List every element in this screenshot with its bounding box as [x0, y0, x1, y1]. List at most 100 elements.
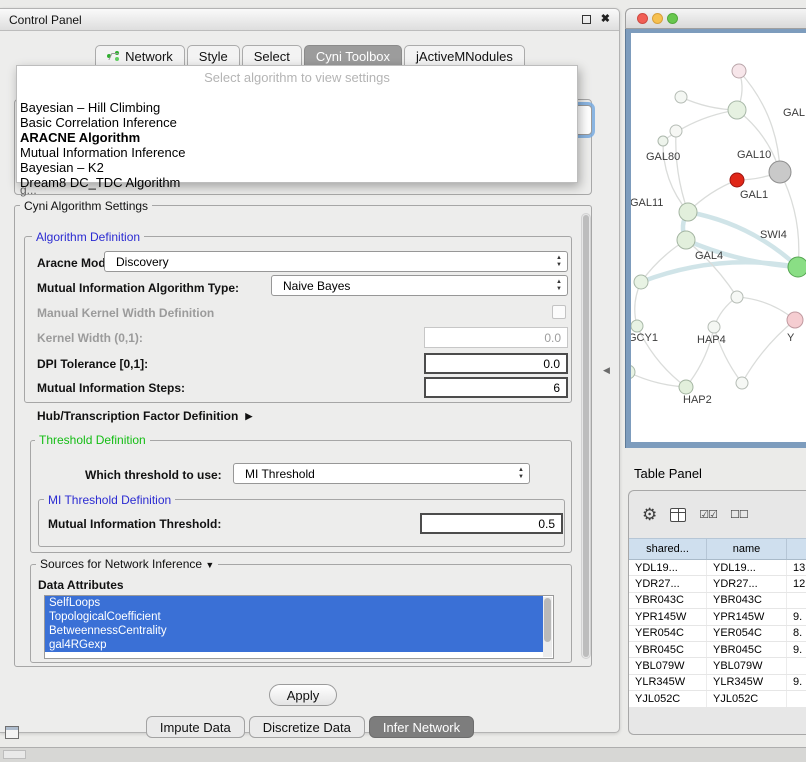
network-node[interactable] [634, 275, 648, 289]
settings-scrollbar-thumb[interactable] [583, 215, 589, 657]
table-row[interactable]: YJL052CYJL052C [629, 691, 806, 707]
tab-cyni-toolbox[interactable]: Cyni Toolbox [304, 45, 402, 67]
table-cell[interactable]: YBR043C [629, 593, 707, 608]
table-cell[interactable]: YBL079W [629, 658, 707, 673]
table-row[interactable]: YDR27...YDR27...12 [629, 576, 806, 592]
gear-icon[interactable]: ⚙ [642, 506, 657, 523]
table-cell[interactable]: YDR27... [629, 576, 707, 591]
network-graph[interactable]: GAL80GAL10GALGAL11GAL1SWI4GAL4GCY1HAP4YH… [631, 33, 806, 442]
table-cell[interactable]: YLR345W [629, 675, 707, 690]
settings-scrollbar[interactable] [581, 213, 591, 659]
tab-infer-network[interactable]: Infer Network [369, 716, 474, 738]
kernel-width-field[interactable] [424, 327, 568, 348]
tab-network[interactable]: Network [95, 45, 185, 67]
network-edge[interactable] [641, 262, 798, 282]
which-threshold-combobox[interactable]: MI Threshold ▲ ▼ [233, 463, 530, 484]
manual-kernel-width-checkbox[interactable] [552, 305, 566, 319]
table-row[interactable]: YER054CYER054C8. [629, 626, 806, 642]
algorithm-option-dream8-dc-tdc-algorithm[interactable]: Dream8 DC_TDC Algorithm [17, 175, 577, 190]
table-cell[interactable]: 8. [787, 626, 806, 641]
restore-panel-icon[interactable] [5, 726, 19, 739]
network-node[interactable] [787, 312, 803, 328]
table-cell[interactable]: YDR27... [707, 576, 787, 591]
attribute-item[interactable]: SelfLoops [45, 596, 543, 610]
panel-collapse-arrow-icon[interactable]: ◀ [603, 365, 610, 376]
dpi-tolerance-field[interactable] [424, 353, 568, 374]
table-cell[interactable]: YER054C [707, 626, 787, 641]
network-edge[interactable] [737, 297, 795, 320]
control-panel-titlebar[interactable]: Control Panel ✖ [0, 9, 619, 31]
table-row[interactable]: YBR045CYBR045C9. [629, 642, 806, 658]
network-node[interactable] [730, 173, 744, 187]
attribute-item[interactable]: TopologicalCoefficient [45, 610, 543, 624]
table-cell[interactable]: YBL079W [707, 658, 787, 673]
table-cell[interactable] [787, 691, 806, 706]
mi-algorithm-type-combobox[interactable]: Naive Bayes ▲ ▼ [271, 275, 568, 296]
table-cell[interactable]: 9. [787, 675, 806, 690]
network-edge[interactable] [676, 131, 688, 212]
algorithm-option-aracne-algorithm[interactable]: ARACNE Algorithm [17, 130, 577, 145]
network-node[interactable] [679, 380, 693, 394]
network-node[interactable] [731, 291, 743, 303]
zoom-traffic-icon[interactable] [667, 13, 678, 24]
table-cell[interactable]: YBR045C [629, 642, 707, 657]
network-node[interactable] [677, 231, 695, 249]
tab-select[interactable]: Select [242, 45, 302, 67]
network-node[interactable] [732, 64, 746, 78]
tab-discretize-data[interactable]: Discretize Data [249, 716, 365, 738]
network-node[interactable] [708, 321, 720, 333]
network-node[interactable] [788, 257, 806, 277]
select-all-icon[interactable]: ☑☑ [699, 508, 717, 521]
table-cell[interactable] [787, 593, 806, 608]
table-cell[interactable]: YER054C [629, 626, 707, 641]
network-node[interactable] [679, 203, 697, 221]
table-cell[interactable]: YPR145W [629, 609, 707, 624]
aracne-mode-combobox[interactable]: Discovery ▲ ▼ [104, 251, 568, 272]
table-cell[interactable]: 9. [787, 609, 806, 624]
table-cell[interactable]: YDL19... [629, 560, 707, 575]
minimize-icon[interactable] [582, 15, 591, 24]
column-header-name[interactable]: name [707, 539, 787, 559]
table-cell[interactable]: YJL052C [707, 691, 787, 706]
table-cell[interactable]: YLR345W [707, 675, 787, 690]
apply-button[interactable]: Apply [269, 684, 337, 706]
network-edge[interactable] [631, 372, 686, 387]
close-traffic-icon[interactable] [637, 13, 648, 24]
table-cell[interactable]: 9. [787, 642, 806, 657]
network-node[interactable] [675, 91, 687, 103]
attribute-item[interactable]: gal4RGexp [45, 638, 543, 652]
network-node[interactable] [736, 377, 748, 389]
network-edge[interactable] [742, 320, 795, 383]
network-node[interactable] [769, 161, 791, 183]
network-node[interactable] [728, 101, 746, 119]
network-canvas[interactable]: GAL80GAL10GALGAL11GAL1SWI4GAL4GCY1HAP4YH… [631, 33, 806, 442]
table-row[interactable]: YPR145WYPR145W9. [629, 609, 806, 625]
table-cell[interactable]: YBR045C [707, 642, 787, 657]
bottom-panel-handle[interactable] [3, 750, 26, 759]
table-cell[interactable]: YBR043C [707, 593, 787, 608]
mi-threshold-field[interactable] [420, 513, 563, 534]
algorithm-option-bayesian-hill-climbing[interactable]: Bayesian – Hill Climbing [17, 100, 577, 115]
attribute-list-scrollbar-thumb[interactable] [544, 598, 551, 642]
network-node[interactable] [631, 365, 635, 379]
table-row[interactable]: YLR345WYLR345W9. [629, 675, 806, 691]
table-row[interactable]: YBR043CYBR043C [629, 593, 806, 609]
column-header-shared[interactable]: shared... [629, 539, 707, 559]
deselect-all-icon[interactable]: ☐☐ [730, 508, 748, 521]
network-node[interactable] [658, 136, 668, 146]
algorithm-option-mutual-information-inference[interactable]: Mutual Information Inference [17, 145, 577, 160]
network-node[interactable] [631, 320, 643, 332]
attribute-item[interactable]: BetweennessCentrality [45, 624, 543, 638]
table-cell[interactable]: YPR145W [707, 609, 787, 624]
table-cell[interactable] [787, 658, 806, 673]
network-node[interactable] [670, 125, 682, 137]
tab-style[interactable]: Style [187, 45, 240, 67]
network-window-titlebar[interactable] [625, 8, 806, 29]
mi-steps-field[interactable] [424, 377, 568, 398]
table-cell[interactable]: 13 [787, 560, 806, 575]
column-header-3[interactable] [787, 539, 806, 559]
table-row[interactable]: YBL079WYBL079W [629, 658, 806, 674]
sources-expander[interactable]: Sources for Network Inference ▼ [36, 557, 218, 571]
attribute-list-scrollbar[interactable] [543, 597, 552, 657]
close-icon[interactable]: ✖ [601, 14, 610, 25]
